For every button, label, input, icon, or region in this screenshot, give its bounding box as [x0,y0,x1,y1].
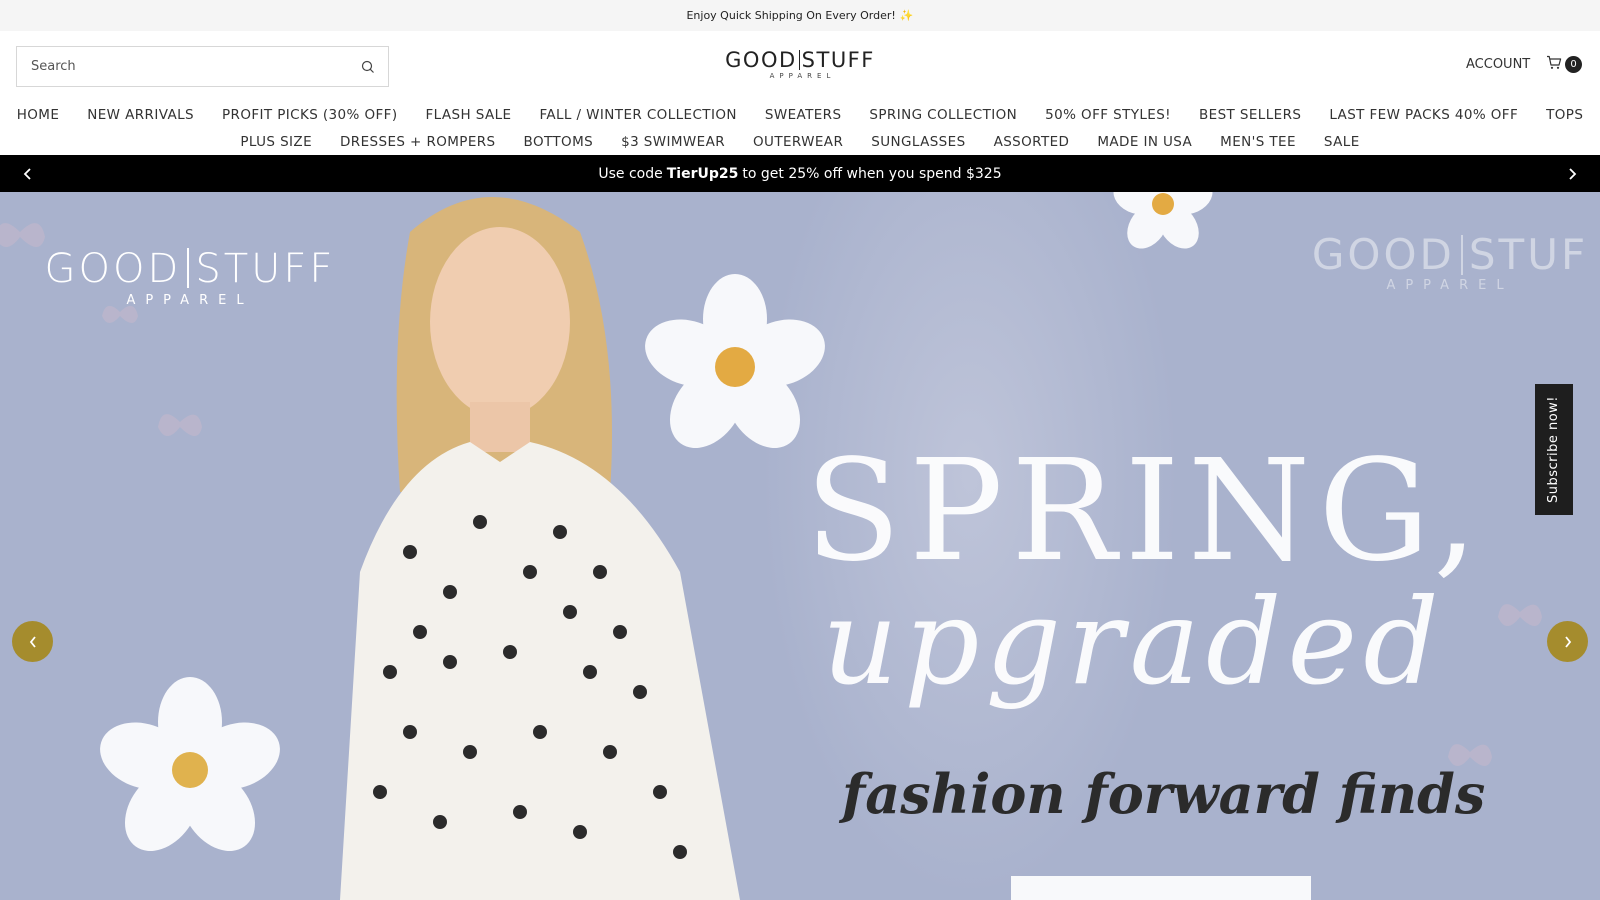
hero-logo: GOOD STUFF APPAREL [30,247,350,308]
sparkle-icon: ✨ [899,9,914,22]
nav-item-last-few-packs[interactable]: LAST FEW PACKS 40% OFF [1329,107,1518,123]
cart-button[interactable]: 0 [1546,55,1582,74]
hero-logo-good: GOOD [44,246,182,292]
search-input[interactable] [17,47,348,86]
nav-item-sale[interactable]: SALE [1324,134,1360,150]
chevron-right-icon [1564,635,1571,648]
search-box [16,46,389,87]
nav-item-sweaters[interactable]: SWEATERS [765,107,842,123]
nav-item-profit-picks[interactable]: PROFIT PICKS (30% OFF) [222,107,397,123]
hero-logo-stuff: STUFF [195,246,336,292]
nav-item-assorted[interactable]: ASSORTED [994,134,1070,150]
cart-icon [1546,55,1562,74]
nav-row-1: HOME NEW ARRIVALS PROFIT PICKS (30% OFF)… [0,101,1600,128]
subscribe-tab-label: Subscribe now! [1546,395,1562,504]
account-link[interactable]: ACCOUNT [1466,57,1530,72]
hero-tagline: fashion forward finds [842,762,1486,826]
subscribe-tab[interactable]: Subscribe now! [1535,384,1573,515]
nav-item-sunglasses[interactable]: SUNGLASSES [871,134,965,150]
promo-next-arrow[interactable] [1562,164,1582,184]
hero-logo-faded-stuff: STUF [1468,230,1589,279]
nav-item-bottoms[interactable]: BOTTOMS [524,134,594,150]
nav-item-fall-winter[interactable]: FALL / WINTER COLLECTION [539,107,736,123]
hero-next-button[interactable] [1547,621,1588,662]
nav-item-mens-tee[interactable]: MEN'S TEE [1220,134,1296,150]
nav-item-spring-collection[interactable]: SPRING COLLECTION [869,107,1017,123]
nav-row-2: PLUS SIZE DRESSES + ROMPERS BOTTOMS $3 S… [0,128,1600,155]
promo-prev-arrow[interactable] [18,164,38,184]
hero-banner[interactable]: GOOD STUFF APPAREL GOOD STUF APPAREL SPRIN… [0,192,1600,900]
nav-item-best-sellers[interactable]: BEST SELLERS [1199,107,1301,123]
promo-code: TierUp25 [666,165,739,182]
nav-item-plus-size[interactable]: PLUS SIZE [240,134,312,150]
logo-subtitle: APPAREL [769,72,836,80]
nav-item-dresses-rompers[interactable]: DRESSES + ROMPERS [340,134,496,150]
hero-model-image [340,197,740,900]
site-logo[interactable]: GOOD STUFF APPAREL [700,48,900,84]
cart-count-badge: 0 [1565,56,1582,73]
announcement-bar: Enjoy Quick Shipping On Every Order! ✨ [0,0,1600,31]
nav-item-new-arrivals[interactable]: NEW ARRIVALS [87,107,194,123]
nav-item-flash-sale[interactable]: FLASH SALE [425,107,511,123]
chevron-left-icon [29,635,36,648]
hero-logo-subtitle: APPAREL [126,293,254,308]
nav-item-made-in-usa[interactable]: MADE IN USA [1097,134,1192,150]
hero-logo-faded: GOOD STUF APPAREL [1290,230,1600,294]
nav-item-swimwear[interactable]: $3 SWIMWEAR [621,134,725,150]
promo-suffix: to get 25% off when you spend $325 [742,165,1002,182]
hero-headline-spring: SPRING, [805,430,1486,593]
nav-item-50-off[interactable]: 50% OFF STYLES! [1045,107,1171,123]
promo-prefix: Use code [598,165,663,182]
hero-headline-upgraded: upgraded [822,573,1445,711]
site-header: GOODSTUFF APPAREL ACCOUNT 0 [0,31,1600,101]
hero-logo-faded-good: GOOD [1311,230,1455,279]
hero-cta-box[interactable] [1011,876,1311,900]
announcement-text: Enjoy Quick Shipping On Every Order! [686,9,896,22]
logo-word-good: GOOD [725,48,797,72]
promo-bar: Use code TierUp25 to get 25% off when yo… [0,155,1600,192]
nav-item-outerwear[interactable]: OUTERWEAR [753,134,843,150]
main-nav: HOME NEW ARRIVALS PROFIT PICKS (30% OFF)… [0,101,1600,155]
hero-prev-button[interactable] [12,621,53,662]
hero-logo-faded-subtitle: APPAREL [1386,278,1514,293]
nav-item-home[interactable]: HOME [17,107,60,123]
search-icon[interactable] [348,47,388,86]
logo-word-stuff: STUFF [801,48,875,72]
nav-item-tops[interactable]: TOPS [1546,107,1583,123]
